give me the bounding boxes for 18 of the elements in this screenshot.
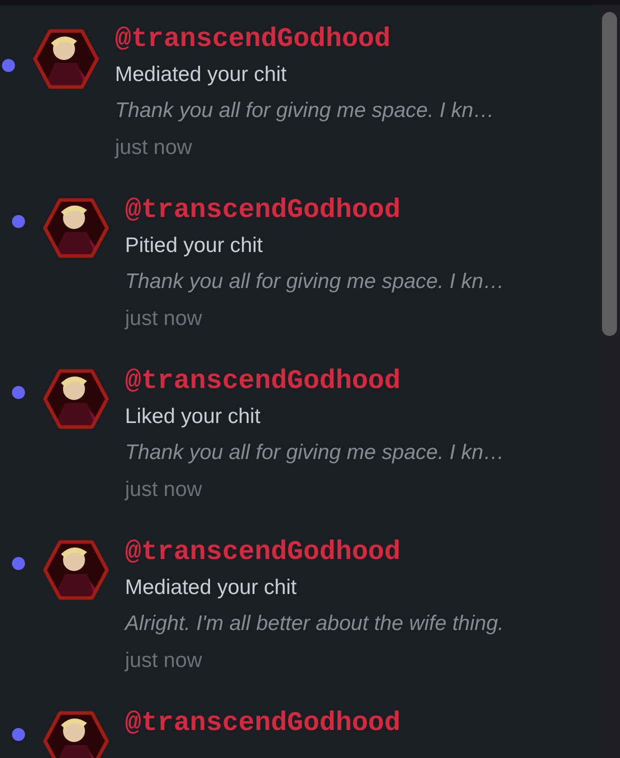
timestamp: just now: [115, 135, 194, 161]
username[interactable]: @transcendGodhood: [125, 194, 504, 228]
username[interactable]: @transcendGodhood: [125, 707, 400, 741]
timestamp: just now: [125, 648, 204, 674]
timestamp: just now: [125, 306, 204, 332]
notification-action: Mediated your chit: [125, 575, 298, 601]
username[interactable]: @transcendGodhood: [115, 23, 494, 57]
message-preview: Alright. I'm all better about the wife thing.: [125, 611, 504, 637]
message-preview: Thank you all for giving me space. I kn…: [115, 98, 494, 124]
message-preview: Thank you all for giving me space. I kn…: [125, 440, 504, 466]
message-preview: Thank you all for giving me space. I kn…: [125, 269, 504, 295]
username[interactable]: @transcendGodhood: [125, 365, 504, 399]
username[interactable]: @transcendGodhood: [125, 536, 504, 570]
timestamp: just now: [125, 477, 204, 503]
notification-action: Liked your chit: [125, 404, 262, 430]
scrollbar-thumb[interactable]: [602, 12, 617, 336]
notification-action: Pitied your chit: [125, 233, 264, 259]
notification-action: Mediated your chit: [115, 62, 288, 88]
